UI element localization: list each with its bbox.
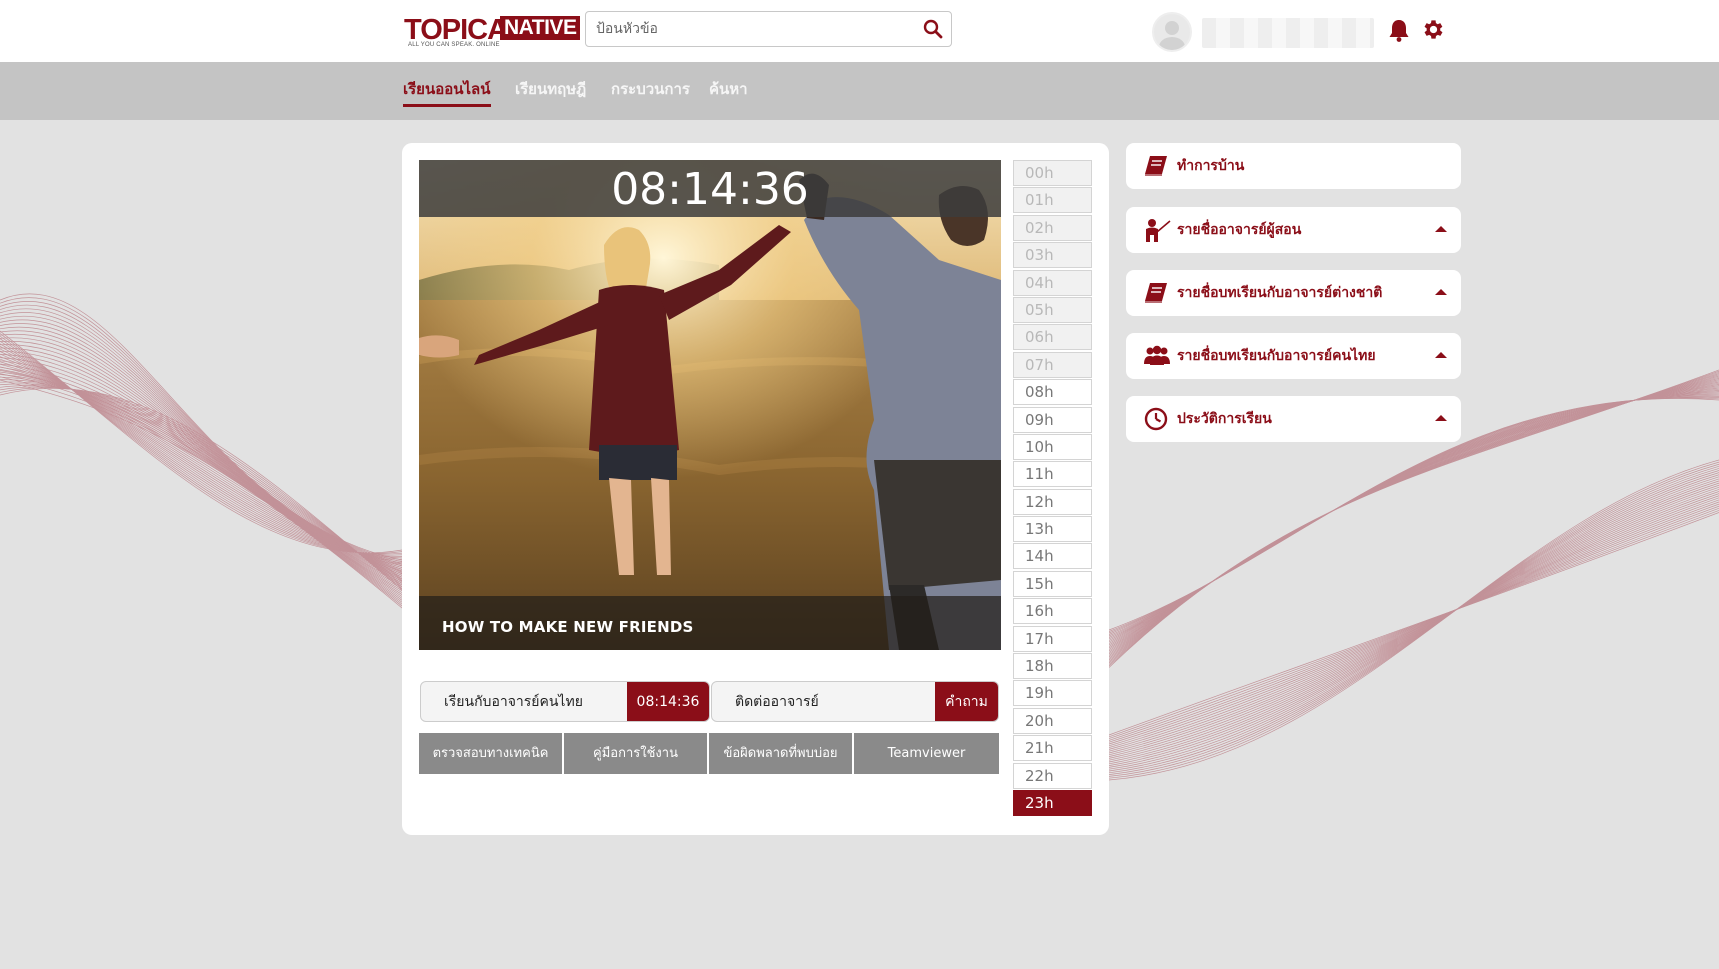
- hour-slot-03h[interactable]: 03h: [1013, 242, 1092, 269]
- topica-native-logo[interactable]: TOPICA NATIVE ALL YOU CAN SPEAK. ONLINE: [404, 14, 581, 50]
- faq-button[interactable]: ข้อผิดพลาดที่พบบ่อย: [709, 733, 852, 774]
- hour-slot-05h[interactable]: 05h: [1013, 296, 1092, 323]
- panel-teachers[interactable]: รายชื่ออาจารย์ผู้สอน: [1126, 207, 1461, 253]
- hour-slot-23h[interactable]: 23h: [1013, 789, 1092, 816]
- hour-slot-13h[interactable]: 13h: [1013, 516, 1092, 543]
- search-box: [585, 11, 952, 47]
- hour-slot-02h[interactable]: 02h: [1013, 214, 1092, 241]
- nav-item-search[interactable]: ค้นหา: [709, 77, 748, 107]
- main-nav: เรียนออนไลน์ เรียนทฤษฎี กระบวนการ ค้นหา: [0, 62, 1719, 120]
- search-input[interactable]: [596, 18, 896, 40]
- hour-slot-09h[interactable]: 09h: [1013, 406, 1092, 433]
- panel-teachers-title: รายชื่ออาจารย์ผู้สอน: [1177, 222, 1302, 238]
- nav-item-theory[interactable]: เรียนทฤษฎี: [515, 77, 586, 107]
- panel-thai-lessons-title: รายชื่อบทเรียนกับอาจารย์คนไทย: [1177, 348, 1376, 364]
- support-buttons: ตรวจสอบทางเทคนิค คู่มือการใช้งาน ข้อผิดพ…: [419, 733, 999, 774]
- hour-slot-06h[interactable]: 06h: [1013, 324, 1092, 351]
- nav-item-online-learning[interactable]: เรียนออนไลน์: [403, 77, 491, 107]
- gear-icon[interactable]: [1421, 17, 1446, 42]
- logo-tagline: ALL YOU CAN SPEAK. ONLINE: [408, 42, 500, 48]
- panel-homework-title: ทำการบ้าน: [1177, 158, 1245, 174]
- question-button[interactable]: คำถาม: [935, 682, 998, 721]
- hour-slot-04h[interactable]: 04h: [1013, 269, 1092, 296]
- contact-teacher-label: ติดต่ออาจารย์: [735, 694, 819, 710]
- search-icon[interactable]: [923, 19, 943, 39]
- hour-slot-18h[interactable]: 18h: [1013, 653, 1092, 680]
- panel-homework[interactable]: ทำการบ้าน: [1126, 143, 1461, 189]
- hour-slot-22h[interactable]: 22h: [1013, 762, 1092, 789]
- live-clock: 08:14:36: [611, 164, 809, 215]
- panel-foreign-lessons-title: รายชื่อบทเรียนกับอาจารย์ต่างชาติ: [1177, 285, 1383, 301]
- contact-teacher-button[interactable]: ติดต่ออาจารย์ คำถาม: [711, 681, 999, 722]
- hour-slot-07h[interactable]: 07h: [1013, 351, 1092, 378]
- hour-slot-12h[interactable]: 12h: [1013, 488, 1092, 515]
- hour-slot-20h[interactable]: 20h: [1013, 707, 1092, 734]
- thai-teacher-label: เรียนกับอาจารย์คนไทย: [444, 694, 583, 710]
- book-icon: [1143, 281, 1169, 305]
- thai-teacher-time: 08:14:36: [627, 682, 709, 721]
- tech-check-button[interactable]: ตรวจสอบทางเทคนิค: [419, 733, 562, 774]
- lesson-title: HOW TO MAKE NEW FRIENDS: [442, 618, 694, 636]
- panel-thai-lessons[interactable]: รายชื่อบทเรียนกับอาจารย์คนไทย: [1126, 333, 1461, 379]
- clock-icon: [1143, 407, 1169, 431]
- teacher-icon: [1143, 218, 1171, 242]
- panel-foreign-lessons[interactable]: รายชื่อบทเรียนกับอาจารย์ต่างชาติ: [1126, 270, 1461, 316]
- hour-slot-19h[interactable]: 19h: [1013, 680, 1092, 707]
- thai-teacher-button[interactable]: เรียนกับอาจารย์คนไทย 08:14:36: [420, 681, 710, 722]
- teamviewer-button[interactable]: Teamviewer: [854, 733, 999, 774]
- hour-slot-01h[interactable]: 01h: [1013, 187, 1092, 214]
- hour-slot-16h[interactable]: 16h: [1013, 598, 1092, 625]
- user-avatar-icon[interactable]: [1152, 12, 1192, 52]
- hour-slot-17h[interactable]: 17h: [1013, 625, 1092, 652]
- users-icon: [1143, 344, 1170, 368]
- hour-slot-10h[interactable]: 10h: [1013, 433, 1092, 460]
- book-icon: [1143, 154, 1169, 178]
- hour-selector: 00h 01h 02h 03h 04h 05h 06h 07h 08h 09h 10h 11h 12h 1…: [1013, 160, 1092, 817]
- lesson-video[interactable]: 08:14:36 HOW TO MAKE NEW FRIENDS: [419, 160, 1001, 650]
- nav-item-process[interactable]: กระบวนการ: [611, 77, 690, 107]
- top-header: TOPICA NATIVE ALL YOU CAN SPEAK. ONLINE: [0, 0, 1719, 62]
- panel-history[interactable]: ประวัติการเรียน: [1126, 396, 1461, 442]
- lesson-card: 08:14:36 HOW TO MAKE NEW FRIENDS เรียนกั…: [402, 143, 1109, 835]
- username-blurred[interactable]: [1202, 18, 1374, 48]
- lesson-cover-image: [419, 160, 1001, 650]
- logo-native-text: NATIVE: [500, 16, 581, 40]
- hour-slot-08h[interactable]: 08h: [1013, 379, 1092, 406]
- hour-slot-11h[interactable]: 11h: [1013, 461, 1092, 488]
- hour-slot-15h[interactable]: 15h: [1013, 570, 1092, 597]
- bell-icon[interactable]: [1388, 18, 1410, 42]
- hour-slot-00h[interactable]: 00h: [1013, 160, 1092, 186]
- hour-slot-21h[interactable]: 21h: [1013, 735, 1092, 762]
- caret-up-icon: [1435, 226, 1447, 232]
- user-guide-button[interactable]: คู่มือการใช้งาน: [564, 733, 707, 774]
- caret-up-icon: [1435, 352, 1447, 358]
- panel-history-title: ประวัติการเรียน: [1177, 411, 1272, 427]
- caret-up-icon: [1435, 415, 1447, 421]
- hour-slot-14h[interactable]: 14h: [1013, 543, 1092, 570]
- caret-up-icon: [1435, 289, 1447, 295]
